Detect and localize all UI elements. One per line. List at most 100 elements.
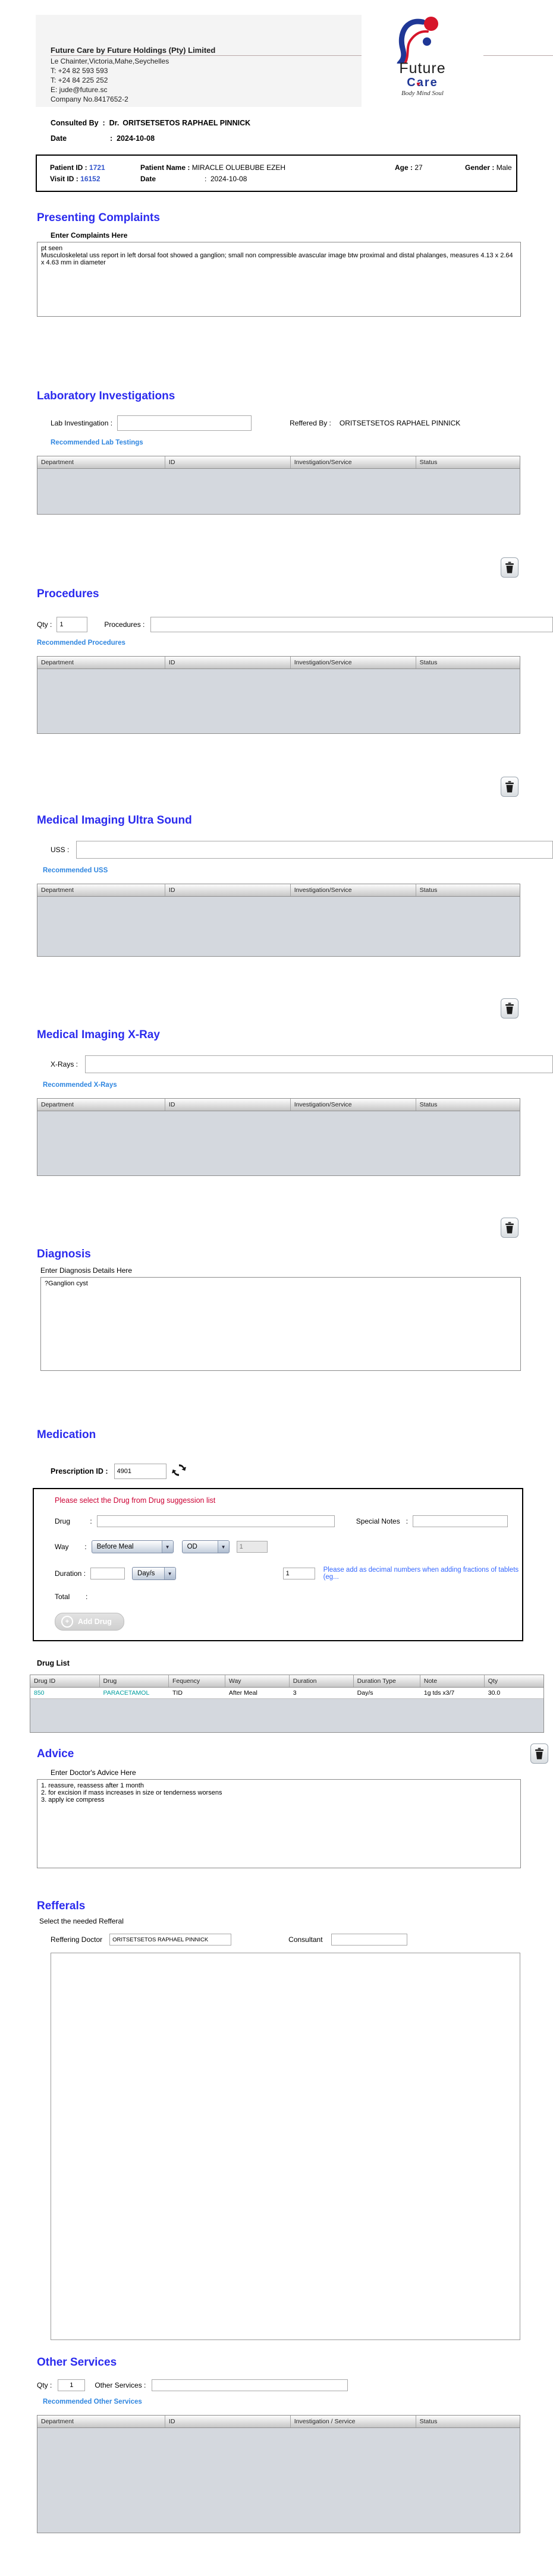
visit-id-value: 16152 (80, 175, 100, 183)
delete-xrays-button[interactable] (501, 1218, 519, 1238)
delete-lab-testings-button[interactable] (501, 557, 519, 578)
page-header: Future Care by Future Holdings (Pty) Lim… (36, 15, 553, 107)
other-services-table-body (37, 2428, 520, 2533)
section-title-ultrasound: Medical Imaging Ultra Sound (37, 814, 192, 827)
delete-uss-button[interactable] (501, 998, 519, 1019)
heart-icon: ♥ (416, 81, 422, 88)
diagnosis-label: Enter Diagnosis Details Here (40, 1266, 133, 1275)
advice-textarea[interactable]: 1. reassure, reassess after 1 month 2. f… (37, 1779, 521, 1868)
section-title-advice: Advice (37, 1748, 74, 1760)
logo-tagline: Body Mind Soul (401, 90, 444, 97)
fraction-note: Please add as decimal numbers when addin… (323, 1566, 519, 1581)
column-header-frequency: Fequency (169, 1675, 225, 1687)
uss-input[interactable] (76, 841, 553, 859)
visit-id-pair: Visit ID : 16152 (50, 174, 140, 184)
section-title-diagnosis: Diagnosis (37, 1248, 91, 1260)
consultant-label: Consultant (288, 1935, 323, 1944)
future-care-logo-icon (397, 17, 438, 64)
date-label: Date (51, 134, 67, 143)
patient-name-pair: Patient Name : MIRACLE OLUEBUBE EZEH (140, 163, 395, 172)
delete-procedures-button[interactable] (501, 777, 519, 797)
way-selected-value: Before Meal (96, 1543, 134, 1550)
xray-input[interactable] (85, 1055, 553, 1073)
referral-list-box[interactable] (51, 1953, 520, 2340)
column-header-id: ID (165, 456, 291, 468)
special-notes-label: Special Notes : (356, 1517, 409, 1525)
recommended-uss-link[interactable]: Recommended USS (43, 867, 108, 874)
recommended-other-services-link[interactable]: Recommended Other Services (43, 2398, 142, 2405)
date-value: : 2024-10-08 (110, 134, 155, 143)
prescription-id-input[interactable] (114, 1463, 166, 1479)
drug-input[interactable] (96, 1515, 335, 1527)
column-header-way: Way (225, 1675, 290, 1687)
lab-testings-table: Department ID Investigation/Service Stat… (37, 456, 520, 515)
recommended-lab-testings-link[interactable]: Recommended Lab Testings (51, 439, 143, 446)
referred-by-value: ORITSETSETOS RAPHAEL PINNICK (339, 419, 461, 427)
refresh-prescription-button[interactable] (171, 1462, 187, 1480)
drug-id-cell[interactable]: 850 (30, 1688, 100, 1698)
column-header-status: Status (419, 659, 438, 666)
duration-type-selected-value: Day/s (137, 1570, 155, 1577)
referrals-subtitle: Select the needed Refferal (39, 1917, 124, 1925)
column-header-status: Status (419, 1101, 438, 1108)
complaints-label: Enter Complaints Here (51, 231, 128, 239)
drug-table-row[interactable]: 850 PARACETAMOL TID After Meal 3 Day/s 1… (30, 1688, 543, 1699)
xray-table-header: Department ID Investigation/Service Stat… (37, 1099, 520, 1111)
other-services-label: Other Services : (95, 2381, 146, 2389)
drug-suggestion-warning: Please select the Drug from Drug suggess… (55, 1496, 216, 1505)
referring-doctor-input[interactable] (109, 1934, 232, 1946)
procedures-table: Department ID Investigation/Service Stat… (37, 656, 520, 734)
medication-qty-input[interactable] (282, 1568, 315, 1579)
drug-duration-type-cell: Day/s (357, 1689, 373, 1697)
age-value: 27 (414, 163, 423, 172)
lab-table-body (37, 469, 520, 514)
column-header-investigation-service: Investigation / Service (291, 2416, 416, 2427)
trash-icon (505, 1222, 514, 1234)
procedures-table-header: Department ID Investigation/Service Stat… (37, 657, 520, 669)
lab-investigation-input[interactable] (117, 415, 252, 431)
way-select[interactable]: Before Meal ▼ (91, 1540, 174, 1553)
duration-type-select[interactable]: Day/s ▼ (132, 1567, 176, 1580)
section-title-laboratory-investigations: Laboratory Investigations (37, 390, 175, 402)
recommended-procedures-link[interactable]: Recommended Procedures (37, 639, 125, 647)
xray-table: Department ID Investigation/Service Stat… (37, 1098, 520, 1176)
duration-input[interactable] (90, 1568, 125, 1579)
chevron-down-icon: ▼ (161, 1541, 173, 1553)
patient-info-row-1: Patient ID : 1721 Patient Name : MIRACLE… (50, 163, 516, 172)
logo-wordmark: Future (399, 60, 446, 77)
complaints-textarea[interactable]: pt seen Musculoskeletal uss report in le… (37, 242, 521, 317)
column-header-duration: Duration (290, 1675, 354, 1687)
patient-info-box: Patient ID : 1721 Patient Name : MIRACLE… (36, 155, 517, 192)
company-info: Future Care by Future Holdings (Pty) Lim… (36, 15, 362, 107)
frequency-select[interactable]: OD ▼ (181, 1540, 230, 1553)
visit-date-label: Date (140, 175, 156, 183)
prescription-id-label: Prescription ID : (51, 1467, 108, 1475)
procedures-input[interactable] (150, 617, 553, 632)
other-services-input[interactable] (152, 2379, 348, 2391)
column-header-id: ID (165, 884, 291, 896)
procedures-qty-input[interactable] (56, 617, 88, 632)
special-notes-input[interactable] (413, 1515, 508, 1527)
visit-date-pair: Date: 2024-10-08 (140, 174, 395, 184)
other-services-qty-input[interactable] (58, 2379, 86, 2391)
drug-name-cell[interactable]: PARACETAMOL (100, 1688, 169, 1698)
uss-table: Department ID Investigation/Service Stat… (37, 884, 520, 957)
company-title: Future Care by Future Holdings (Pty) Lim… (51, 46, 216, 55)
column-header-qty: Qty (488, 1678, 498, 1685)
column-header-investigation-service: Investigation/Service (291, 1099, 416, 1111)
company-email: E: jude@future.sc (51, 86, 108, 94)
column-header-status: Status (419, 2418, 438, 2425)
drug-qty-cell: 30.0 (488, 1689, 501, 1697)
column-header-id: ID (165, 657, 291, 669)
column-header-id: ID (165, 1099, 291, 1111)
recommended-xrays-link[interactable]: Recommended X-Rays (43, 1082, 117, 1089)
consultant-input[interactable] (331, 1934, 407, 1946)
procedures-table-body (37, 669, 520, 733)
total-label: Total : (55, 1593, 88, 1601)
delete-drug-list-button[interactable] (530, 1743, 548, 1764)
lab-table-header: Department ID Investigation/Service Stat… (37, 456, 520, 469)
advice-label: Enter Doctor's Advice Here (51, 1768, 136, 1777)
diagnosis-textarea[interactable]: ?Ganglion cyst (40, 1277, 521, 1371)
column-header-id: ID (165, 2416, 291, 2427)
add-drug-button[interactable]: + Add Drug (55, 1613, 124, 1631)
